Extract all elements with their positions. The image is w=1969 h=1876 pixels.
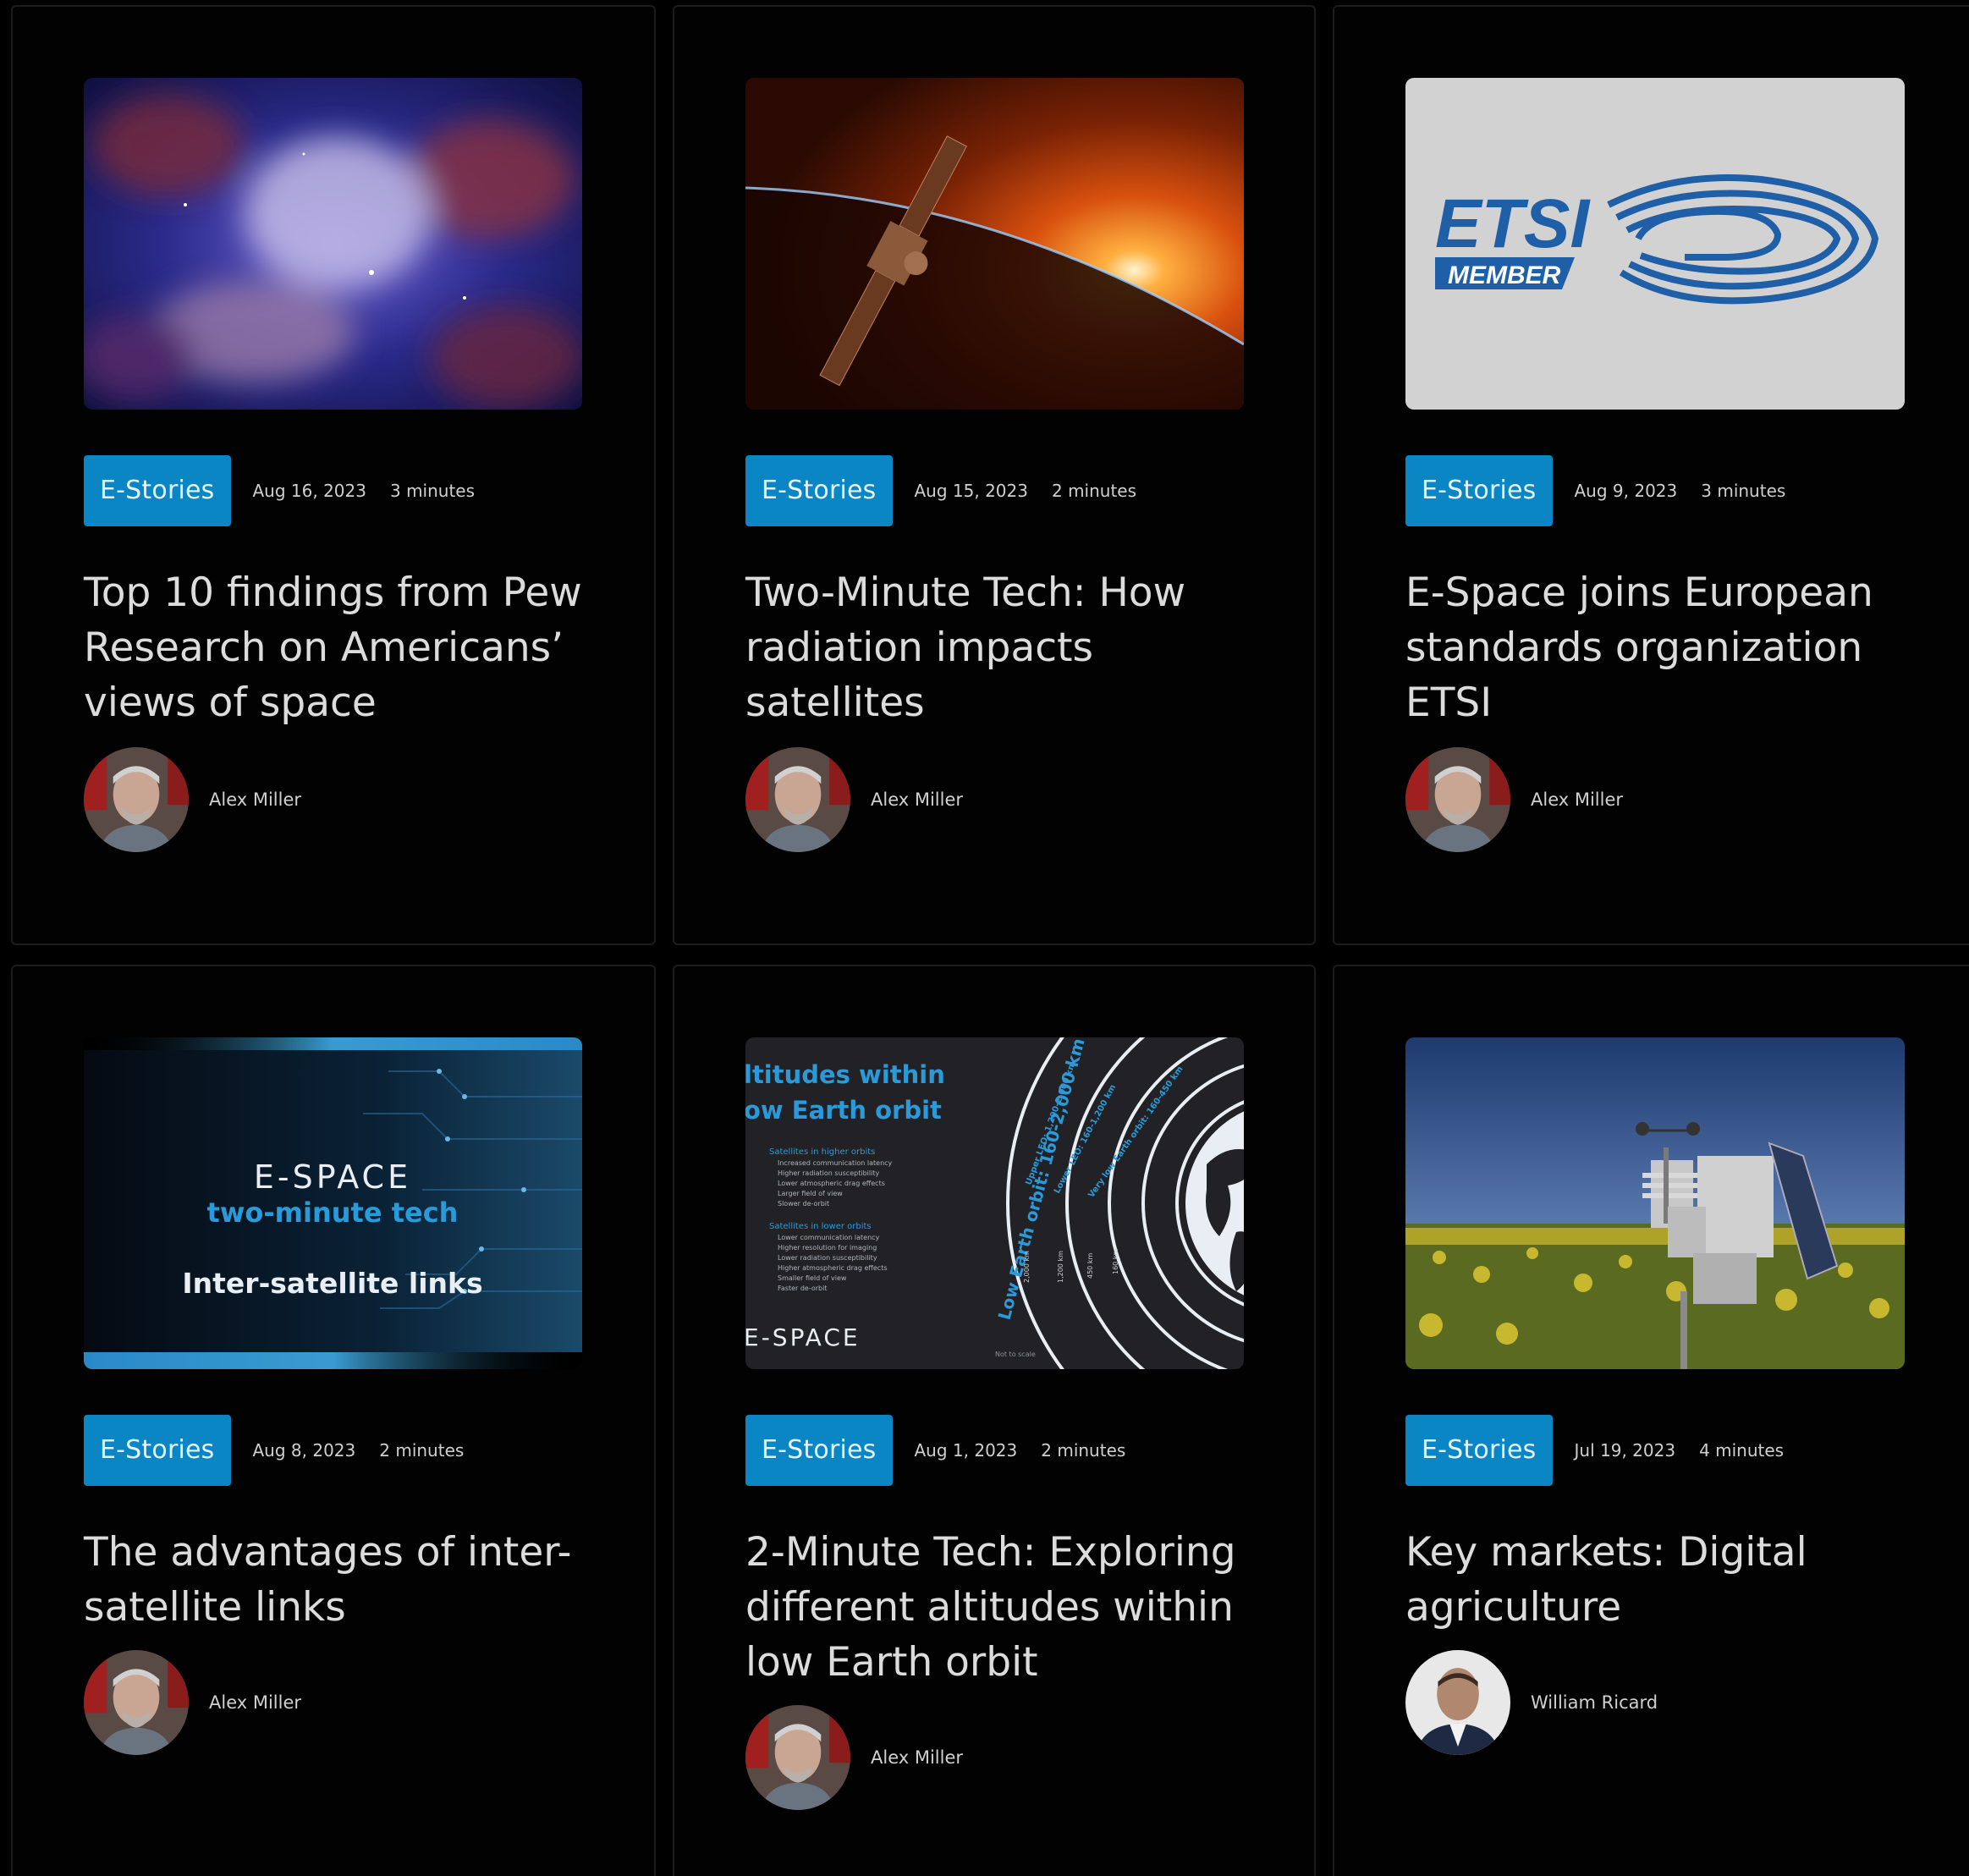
higher-point: Increased communication latency <box>778 1159 893 1167</box>
article-card[interactable]: E-SPACE two-minute tech Inter-satellite … <box>11 965 656 1876</box>
author: Alex Miller <box>84 1650 301 1755</box>
article-thumbnail[interactable] <box>1405 1037 1905 1369</box>
category-tag[interactable]: E-Stories <box>745 455 893 526</box>
article-title[interactable]: Key markets: Digital agriculture <box>1405 1525 1913 1635</box>
article-thumbnail[interactable] <box>745 78 1244 410</box>
lower-orbits-heading: Satellites in lower orbits <box>769 1222 872 1231</box>
read-time: 3 minutes <box>1701 481 1786 501</box>
infographic-heading-2: ow Earth orbit <box>745 1096 942 1125</box>
scale-note: Not to scale <box>995 1351 1036 1358</box>
article-title[interactable]: 2-Minute Tech: Exploring different altit… <box>745 1525 1253 1690</box>
article-thumbnail[interactable]: E-SPACE two-minute tech Inter-satellite … <box>84 1037 582 1369</box>
lower-point: Higher resolution for imaging <box>778 1244 877 1252</box>
read-time: 2 minutes <box>1041 1440 1126 1461</box>
lower-point: Smaller field of view <box>778 1274 847 1282</box>
author-photo-icon <box>1405 747 1510 852</box>
read-time: 2 minutes <box>1051 481 1137 501</box>
etsi-member-logo: ETSI MEMBER <box>1405 78 1905 410</box>
author-photo-icon <box>745 747 850 852</box>
category-tag[interactable]: E-Stories <box>1405 1415 1553 1486</box>
author: Alex Miller <box>745 1705 963 1810</box>
author: Alex Miller <box>1405 747 1623 852</box>
avatar <box>84 1650 189 1755</box>
altitude-label: 160 km <box>1112 1249 1119 1274</box>
article-thumbnail[interactable] <box>84 78 582 410</box>
author-name[interactable]: Alex Miller <box>1531 789 1623 810</box>
author-photo-icon <box>84 747 189 852</box>
lower-point: Higher atmospheric drag effects <box>778 1264 888 1272</box>
higher-orbits-heading: Satellites in higher orbits <box>769 1147 875 1157</box>
publish-date: Aug 15, 2023 <box>914 481 1028 501</box>
nebula-image <box>84 78 582 410</box>
category-tag[interactable]: E-Stories <box>1405 455 1553 526</box>
article-title[interactable]: Top 10 findings from Pew Research on Ame… <box>84 565 591 730</box>
avatar <box>745 1705 850 1810</box>
article-card[interactable]: ETSI MEMBER E-Stories Aug 9, 2023 3 minu… <box>1333 5 1969 945</box>
article-title[interactable]: Two-Minute Tech: How radiation impacts s… <box>745 565 1253 730</box>
satellite-sunrise-image <box>745 78 1244 410</box>
weather-station-field-image <box>1405 1037 1905 1369</box>
lower-point: Faster de-orbit <box>778 1285 827 1292</box>
avatar <box>745 747 850 852</box>
member-badge-text: MEMBER <box>1448 261 1561 289</box>
article-title[interactable]: E-Space joins European standards organiz… <box>1405 565 1913 730</box>
article-card[interactable]: ltitudes within ow Earth orbit Satellite… <box>673 965 1316 1876</box>
higher-point: Lower atmospheric drag effects <box>778 1180 885 1187</box>
inter-satellite-links-banner: E-SPACE two-minute tech Inter-satellite … <box>84 1037 582 1369</box>
publish-date: Aug 8, 2023 <box>252 1440 356 1461</box>
category-tag[interactable]: E-Stories <box>745 1415 893 1486</box>
lower-point: Lower communication latency <box>778 1234 880 1241</box>
lower-point: Lower radiation susceptibility <box>778 1254 877 1262</box>
altitude-label: 450 km <box>1086 1253 1094 1279</box>
avatar <box>1405 1650 1510 1755</box>
altitude-label: 2,000 km <box>1023 1251 1031 1283</box>
article-thumbnail[interactable]: ltitudes within ow Earth orbit Satellite… <box>745 1037 1244 1369</box>
article-title[interactable]: The advantages of inter-satellite links <box>84 1525 591 1635</box>
read-time: 4 minutes <box>1699 1440 1785 1461</box>
author-name[interactable]: Alex Miller <box>209 789 301 810</box>
publish-date: Aug 1, 2023 <box>914 1440 1018 1461</box>
publish-date: Aug 9, 2023 <box>1574 481 1678 501</box>
author: William Ricard <box>1405 1650 1658 1755</box>
category-tag[interactable]: E-Stories <box>84 1415 231 1486</box>
brand-text: E-SPACE <box>745 1323 861 1351</box>
altitude-label: 1,200 km <box>1057 1251 1064 1283</box>
author-photo-icon <box>745 1705 850 1810</box>
author-photo-icon <box>84 1650 189 1755</box>
infographic-heading-1: ltitudes within <box>745 1060 945 1089</box>
etsi-logo-text: ETSI <box>1435 185 1591 262</box>
author-name[interactable]: Alex Miller <box>209 1692 301 1713</box>
read-time: 2 minutes <box>379 1440 465 1461</box>
leo-altitudes-infographic: ltitudes within ow Earth orbit Satellite… <box>745 1037 1244 1369</box>
brand-text: E-SPACE <box>254 1158 411 1196</box>
series-text: two-minute tech <box>207 1197 459 1229</box>
higher-point: Slower de-orbit <box>778 1200 829 1208</box>
avatar <box>1405 747 1510 852</box>
author-name[interactable]: Alex Miller <box>871 1747 963 1768</box>
read-time: 3 minutes <box>389 481 476 501</box>
higher-point: Higher radiation susceptibility <box>778 1169 879 1177</box>
author: Alex Miller <box>84 747 301 852</box>
category-tag[interactable]: E-Stories <box>84 455 231 526</box>
avatar <box>84 747 189 852</box>
publish-date: Jul 19, 2023 <box>1574 1440 1676 1461</box>
topic-text: Inter-satellite links <box>182 1267 482 1300</box>
author: Alex Miller <box>745 747 963 852</box>
author-photo-icon <box>1405 1650 1510 1755</box>
author-name[interactable]: Alex Miller <box>871 789 963 810</box>
publish-date: Aug 16, 2023 <box>252 481 366 501</box>
article-card[interactable]: E-Stories Aug 15, 2023 2 minutes Two-Min… <box>673 5 1316 945</box>
article-card[interactable]: E-Stories Jul 19, 2023 4 minutes Key mar… <box>1333 965 1969 1876</box>
article-card[interactable]: E-Stories Aug 16, 2023 3 minutes Top 10 … <box>11 5 656 945</box>
higher-point: Larger field of view <box>778 1190 843 1197</box>
article-thumbnail[interactable]: ETSI MEMBER <box>1405 78 1905 410</box>
author-name[interactable]: William Ricard <box>1531 1692 1658 1713</box>
